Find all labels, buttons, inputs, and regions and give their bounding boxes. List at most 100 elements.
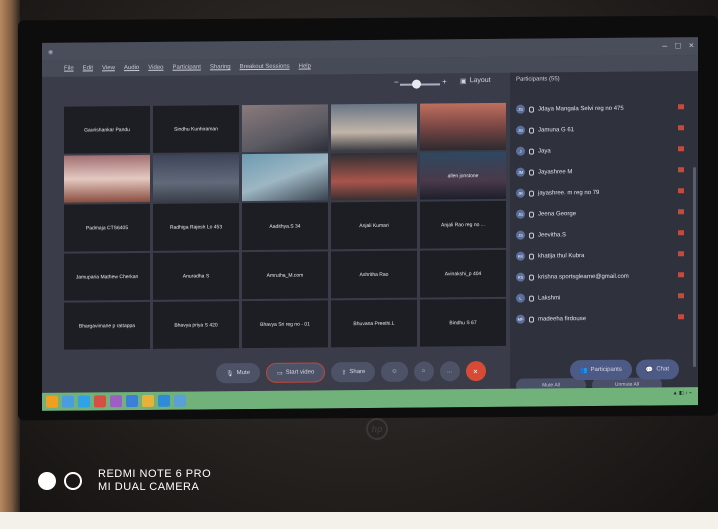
video-off-icon xyxy=(678,188,684,194)
participant-name: Jamuna G 61 xyxy=(538,126,575,134)
people-icon: 👥 xyxy=(580,367,588,374)
tile-name: Anjali Kumari xyxy=(359,222,389,229)
chat-button[interactable]: 💬 Chat xyxy=(635,359,680,380)
layout-button[interactable]: ▣ Layout xyxy=(460,77,491,85)
menu-edit[interactable]: Edit xyxy=(83,65,93,71)
mute-button[interactable]: 🎙 Mute xyxy=(216,362,260,384)
taskbar-app-icon[interactable] xyxy=(126,395,138,408)
close-icon: × xyxy=(473,366,478,376)
laptop-screen: ◉ – □ × File Edit View Audio Video Parti… xyxy=(42,37,698,411)
video-tile[interactable]: Jamuparia Mathew Cherkan xyxy=(64,252,150,301)
video-tile[interactable] xyxy=(64,154,150,203)
taskbar-app-icon[interactable] xyxy=(110,395,122,408)
video-tile[interactable]: Padmaja CTS6405 xyxy=(64,203,150,252)
avatar: L xyxy=(516,293,525,303)
taskbar-app-icon[interactable] xyxy=(158,394,170,407)
video-tile[interactable]: Bhargavimane p rattappa xyxy=(64,301,150,350)
tile-name: allen jonstone xyxy=(447,172,479,179)
taskbar-app-icon[interactable] xyxy=(78,395,90,408)
participant-row[interactable]: JS Jeevitha.S xyxy=(512,223,698,246)
more-button[interactable]: ... xyxy=(439,361,460,382)
reactions-button[interactable]: ☺ xyxy=(381,361,408,382)
photo-bottom-edge xyxy=(0,512,718,529)
video-tile[interactable]: Amrutha_M.com xyxy=(242,251,328,300)
record-icon: ○ xyxy=(421,368,426,375)
zoom-slider-handle[interactable] xyxy=(412,79,421,89)
video-tile[interactable]: Aadithya.S 34 xyxy=(242,202,328,251)
taskbar-app-icon[interactable] xyxy=(174,394,186,407)
participant-row[interactable]: JG Jeena George xyxy=(512,202,698,225)
video-tile[interactable] xyxy=(153,154,239,202)
menu-view[interactable]: View xyxy=(102,65,115,71)
video-tile[interactable]: Bindhu S 67 xyxy=(420,298,506,347)
tile-name: Gaurishankar Pandu xyxy=(84,126,130,133)
avatar: JG xyxy=(516,125,525,135)
video-tile[interactable]: Anuradha S xyxy=(153,252,239,300)
menu-audio[interactable]: Audio xyxy=(124,65,139,71)
video-tile[interactable] xyxy=(331,103,417,152)
zoom-out-icon[interactable]: − xyxy=(394,78,399,87)
taskbar-app-icon[interactable] xyxy=(94,395,106,408)
menu-file[interactable]: File xyxy=(64,66,74,72)
participant-row[interactable]: KS krishna sportsglearne@gmail.com xyxy=(512,265,698,288)
start-video-label: Start video xyxy=(285,369,315,376)
participant-row[interactable]: JG Jamuna G 61 xyxy=(512,118,698,141)
menu-participant[interactable]: Participant xyxy=(173,64,201,70)
watermark-dot-filled xyxy=(38,472,56,490)
taskbar-app-icon[interactable] xyxy=(62,395,74,408)
microphone-icon xyxy=(529,148,534,155)
taskbar-app-icon[interactable] xyxy=(142,394,154,407)
video-tile[interactable]: Avinakshi_p 404 xyxy=(420,249,506,298)
tile-name: Padmaja CTS6405 xyxy=(85,224,129,231)
menu-video[interactable]: Video xyxy=(148,65,163,71)
video-tile[interactable]: Gaurishankar Pandu xyxy=(64,105,150,154)
participants-scrollbar[interactable] xyxy=(693,167,696,368)
participant-row[interactable]: JR jayashree. m reg no 79 xyxy=(512,181,698,204)
video-tile[interactable]: Sindhu Kunhiraman xyxy=(153,105,239,153)
tray-icons: ▲ ◧ ♪ ⌁ xyxy=(672,390,692,397)
avatar: JS xyxy=(516,230,525,240)
share-label: Share xyxy=(349,369,366,376)
video-tile[interactable]: Bhavya priya S 420 xyxy=(153,301,239,349)
avatar: JM xyxy=(516,167,525,177)
close-icon[interactable]: × xyxy=(689,40,694,50)
minimize-icon[interactable]: – xyxy=(662,40,667,50)
video-off-icon xyxy=(678,146,684,152)
start-video-button[interactable]: ▭ Start video xyxy=(265,362,326,383)
participant-row[interactable]: JS Jdaya Mangala Selvi reg no 475 xyxy=(512,97,698,120)
menu-breakout[interactable]: Breakout Sessions xyxy=(240,64,290,70)
video-tile[interactable]: allen jonstone xyxy=(420,151,506,200)
share-button[interactable]: ⇪ Share xyxy=(331,361,376,383)
system-tray: ▲ ◧ ♪ ⌁ xyxy=(673,390,692,396)
tile-name: Aadithya.S 34 xyxy=(269,223,301,230)
avatar: JG xyxy=(516,209,525,219)
video-tile[interactable]: Anjali Rao reg no ... xyxy=(420,200,506,249)
taskbar-app-icon[interactable] xyxy=(46,395,58,408)
avatar: KK xyxy=(516,251,525,261)
record-button[interactable]: ○ xyxy=(413,361,434,382)
menu-help[interactable]: Help xyxy=(299,64,311,70)
video-tile[interactable]: Radhiga Rajesh Lo 453 xyxy=(153,203,239,251)
zoom-in-icon[interactable]: + xyxy=(442,77,447,86)
video-tile[interactable] xyxy=(420,102,506,151)
video-tile[interactable] xyxy=(242,153,328,202)
video-tile[interactable]: Bhuvana Preethi.L xyxy=(331,299,417,348)
participants-list: JS Jdaya Mangala Selvi reg no 475 JG Jamuna… xyxy=(510,97,698,330)
participant-row[interactable]: KK khatija thul Kubra xyxy=(512,244,698,267)
participant-row[interactable]: L Lakshmi xyxy=(512,286,698,309)
layout-label: Layout xyxy=(469,76,491,85)
video-tile[interactable] xyxy=(331,152,417,201)
participant-row[interactable]: J Jaya xyxy=(512,139,698,162)
participants-button[interactable]: 👥 Participants xyxy=(570,359,632,381)
participant-row[interactable]: JM Jayashree M xyxy=(512,160,698,183)
video-tile[interactable]: Ashritha Rao xyxy=(331,250,417,299)
avatar: KS xyxy=(516,272,525,282)
leave-meeting-button[interactable]: × xyxy=(465,360,486,382)
maximize-icon[interactable]: □ xyxy=(675,40,680,50)
video-tile[interactable]: Anjali Kumari xyxy=(331,201,417,250)
watermark-text: REDMI NOTE 6 PRO MI DUAL CAMERA xyxy=(98,468,211,494)
video-tile[interactable] xyxy=(242,104,328,153)
participant-row[interactable]: MF madeeha firdouse xyxy=(512,307,698,330)
menu-sharing[interactable]: Sharing xyxy=(210,64,231,70)
video-tile[interactable]: Bhavya Sri reg no - 01 xyxy=(242,300,328,349)
